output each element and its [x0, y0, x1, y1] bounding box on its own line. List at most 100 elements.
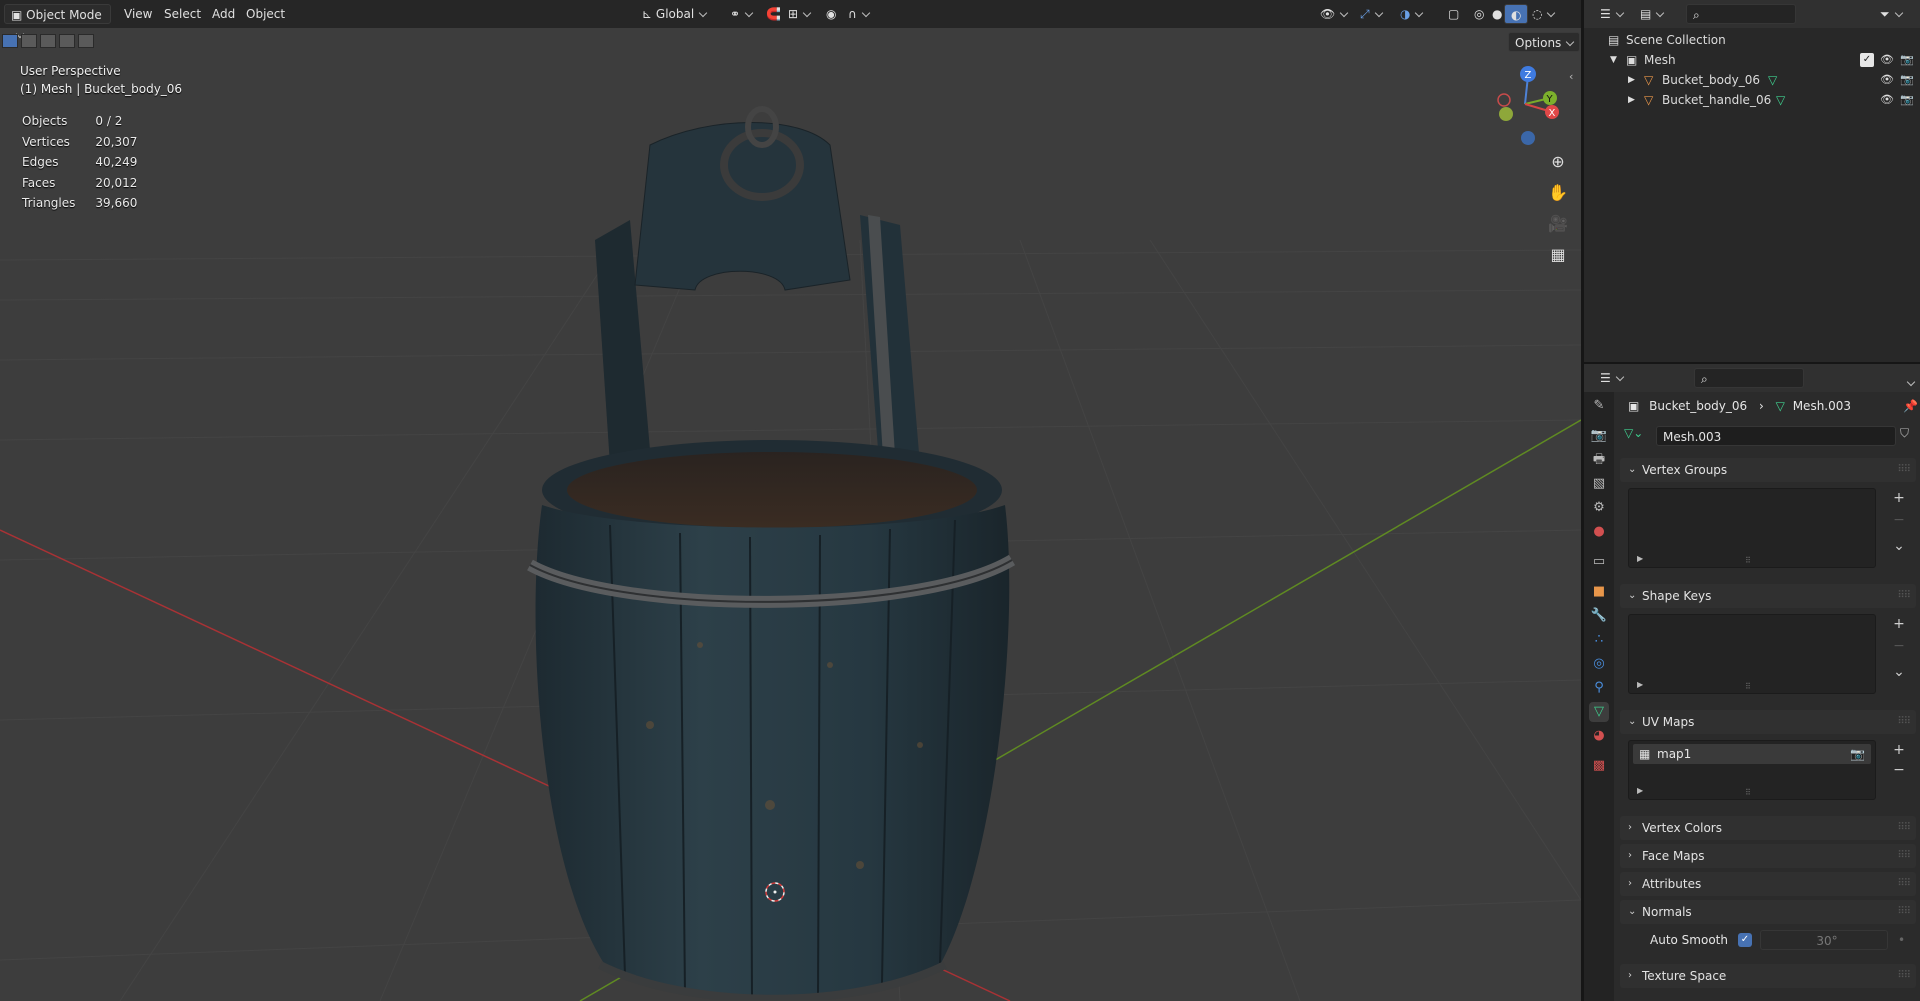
uv-map-row[interactable]: ▦ map1 📷	[1633, 744, 1871, 764]
expand-arrow-icon[interactable]: ▶	[1637, 554, 1643, 563]
add-icon[interactable]: +	[1890, 742, 1908, 760]
display-mode-icon[interactable]: ▤	[1634, 4, 1669, 24]
drag-grip-icon[interactable]: ⠿⠿	[1897, 844, 1911, 868]
pivot-point-icon[interactable]: ⚭	[724, 4, 758, 24]
transform-orientation-dropdown[interactable]: ⊾ Global	[636, 4, 712, 24]
area-divider[interactable]	[1584, 362, 1920, 364]
editor-type-icon[interactable]: ☰	[1594, 368, 1629, 388]
outliner-row-object[interactable]: ▶ ▽ Bucket_handle_06 ▽ 👁 📷	[1584, 90, 1920, 110]
active-render-camera-icon[interactable]: 📷	[1850, 744, 1865, 764]
tool-tab-icon[interactable]: ✎	[1589, 396, 1609, 416]
remove-icon[interactable]: −	[1890, 512, 1908, 530]
drag-grip-icon[interactable]: ⠿⠿	[1897, 458, 1911, 482]
resize-grip-icon[interactable]: ⠿	[1745, 788, 1751, 797]
fake-user-shield-icon[interactable]: ⛉	[1900, 426, 1909, 441]
panel-attributes[interactable]: › Attributes ⠿⠿	[1620, 872, 1916, 896]
camera-render-icon[interactable]: 📷	[1900, 53, 1914, 67]
world-tab-icon[interactable]: ●	[1589, 522, 1609, 542]
eye-icon[interactable]: 👁	[1880, 73, 1894, 87]
drag-grip-icon[interactable]: ⠿⠿	[1897, 964, 1911, 988]
options-dropdown[interactable]: Options	[1508, 32, 1581, 52]
drag-grip-icon[interactable]: ⠿⠿	[1897, 816, 1911, 840]
pin-icon[interactable]: 📌	[1903, 396, 1918, 416]
auto-smooth-angle-field[interactable]: 30°	[1760, 930, 1888, 950]
mesh-data-tab-icon[interactable]: ▽	[1589, 702, 1609, 722]
specials-menu-icon[interactable]: ⌄	[1890, 664, 1908, 682]
select-new-icon[interactable]	[2, 34, 18, 48]
panel-vertex-groups[interactable]: ⌄ Vertex Groups ⠿⠿	[1620, 458, 1916, 482]
filter-icon[interactable]: ⏷	[1874, 4, 1908, 24]
properties-search-input[interactable]: ⌕	[1694, 368, 1804, 388]
proportional-edit-icon[interactable]: ◉	[820, 4, 842, 24]
eye-icon[interactable]: 👁	[1880, 53, 1894, 67]
3d-viewport[interactable]: ▣ Object Mode View Select Add Object ⊾ G…	[0, 0, 1581, 1001]
gizmo-toggle-icon[interactable]: ⤢	[1354, 4, 1388, 24]
editor-type-icon[interactable]: ☰	[1594, 4, 1629, 24]
texture-tab-icon[interactable]: ▩	[1589, 756, 1609, 776]
exclude-checkbox[interactable]: ✓	[1860, 53, 1874, 67]
expand-arrow-icon[interactable]: ▶	[1628, 90, 1635, 110]
menu-view[interactable]: View	[118, 4, 158, 24]
keyframe-dot-icon[interactable]: •	[1898, 930, 1905, 950]
render-tab-icon[interactable]: 📷	[1589, 426, 1609, 446]
vertex-groups-list[interactable]: ▶ ⠿	[1628, 488, 1876, 568]
view-layer-tab-icon[interactable]: ▧	[1589, 474, 1609, 494]
mesh-browse-icon[interactable]: ▽⌄	[1624, 426, 1643, 440]
menu-select[interactable]: Select	[158, 4, 207, 24]
remove-icon[interactable]: −	[1890, 762, 1908, 780]
collection-tab-icon[interactable]: ▭	[1589, 552, 1609, 572]
add-icon[interactable]: +	[1890, 616, 1908, 634]
auto-smooth-checkbox[interactable]: ✓	[1738, 933, 1752, 947]
outliner-search-input[interactable]: ⌕	[1686, 4, 1796, 24]
outliner-row-scene-collection[interactable]: ▤ Scene Collection	[1584, 30, 1920, 50]
panel-texture-space[interactable]: › Texture Space ⠿⠿	[1620, 964, 1916, 988]
zoom-icon[interactable]: ⊕	[1546, 150, 1570, 174]
material-tab-icon[interactable]: ◕	[1589, 726, 1609, 746]
uv-maps-list[interactable]: ▦ map1 📷 ▶ ⠿	[1628, 740, 1876, 800]
drag-grip-icon[interactable]: ⠿⠿	[1897, 872, 1911, 896]
particles-tab-icon[interactable]: ∴	[1589, 630, 1609, 650]
xray-toggle-icon[interactable]: ▢	[1442, 4, 1465, 24]
perspective-toggle-icon[interactable]: ▦	[1546, 243, 1570, 267]
select-invert-icon[interactable]	[59, 34, 75, 48]
camera-render-icon[interactable]: 📷	[1900, 73, 1914, 87]
snap-target-icon[interactable]: ⊞	[782, 4, 816, 24]
physics-tab-icon[interactable]: ◎	[1589, 654, 1609, 674]
drag-grip-icon[interactable]: ⠿⠿	[1897, 900, 1911, 924]
collapse-arrow-icon[interactable]: ‹	[1569, 70, 1573, 83]
add-icon[interactable]: +	[1890, 490, 1908, 508]
select-subtract-icon[interactable]	[40, 34, 56, 48]
panel-vertex-colors[interactable]: › Vertex Colors ⠿⠿	[1620, 816, 1916, 840]
bucket-model[interactable]	[500, 105, 1020, 1000]
outliner-row-object[interactable]: ▶ ▽ Bucket_body_06 ▽ 👁 📷	[1584, 70, 1920, 90]
chevron-down-icon[interactable]	[1906, 377, 1916, 387]
constraints-tab-icon[interactable]: ⚲	[1589, 678, 1609, 698]
rendered-shading-icon[interactable]: ◌	[1526, 4, 1560, 24]
overlays-toggle-icon[interactable]: ◑	[1394, 4, 1428, 24]
expand-arrow-icon[interactable]: ▼	[1610, 50, 1617, 70]
expand-arrow-icon[interactable]: ▶	[1637, 680, 1643, 689]
specials-menu-icon[interactable]: ⌄	[1890, 538, 1908, 556]
outliner-row-collection[interactable]: ▼ ▣ Mesh ✓ 👁 📷	[1584, 50, 1920, 70]
panel-face-maps[interactable]: › Face Maps ⠿⠿	[1620, 844, 1916, 868]
resize-grip-icon[interactable]: ⠿	[1745, 682, 1751, 691]
pan-hand-icon[interactable]: ✋	[1546, 181, 1570, 205]
resize-grip-icon[interactable]: ⠿	[1745, 556, 1751, 565]
menu-add[interactable]: Add	[206, 4, 241, 24]
shape-keys-list[interactable]: ▶ ⠿	[1628, 614, 1876, 694]
modifier-tab-icon[interactable]: 🔧	[1589, 606, 1609, 626]
falloff-icon[interactable]: ∩	[842, 4, 875, 24]
output-tab-icon[interactable]: 🖶	[1589, 450, 1609, 470]
menu-object[interactable]: Object	[240, 4, 291, 24]
eye-icon[interactable]: 👁	[1880, 93, 1894, 107]
datablock-name-field[interactable]: Mesh.003	[1656, 426, 1896, 446]
material-preview-shading-icon[interactable]: ◐	[1504, 4, 1529, 24]
panel-shape-keys[interactable]: ⌄ Shape Keys ⠿⠿	[1620, 584, 1916, 608]
camera-render-icon[interactable]: 📷	[1900, 93, 1914, 107]
select-extend-icon[interactable]	[21, 34, 37, 48]
3d-cursor[interactable]	[763, 880, 787, 904]
expand-arrow-icon[interactable]: ▶	[1637, 786, 1643, 795]
scene-tab-icon[interactable]: ⚙	[1589, 498, 1609, 518]
panel-normals[interactable]: ⌄ Normals ⠿⠿	[1620, 900, 1916, 924]
drag-grip-icon[interactable]: ⠿⠿	[1897, 584, 1911, 608]
